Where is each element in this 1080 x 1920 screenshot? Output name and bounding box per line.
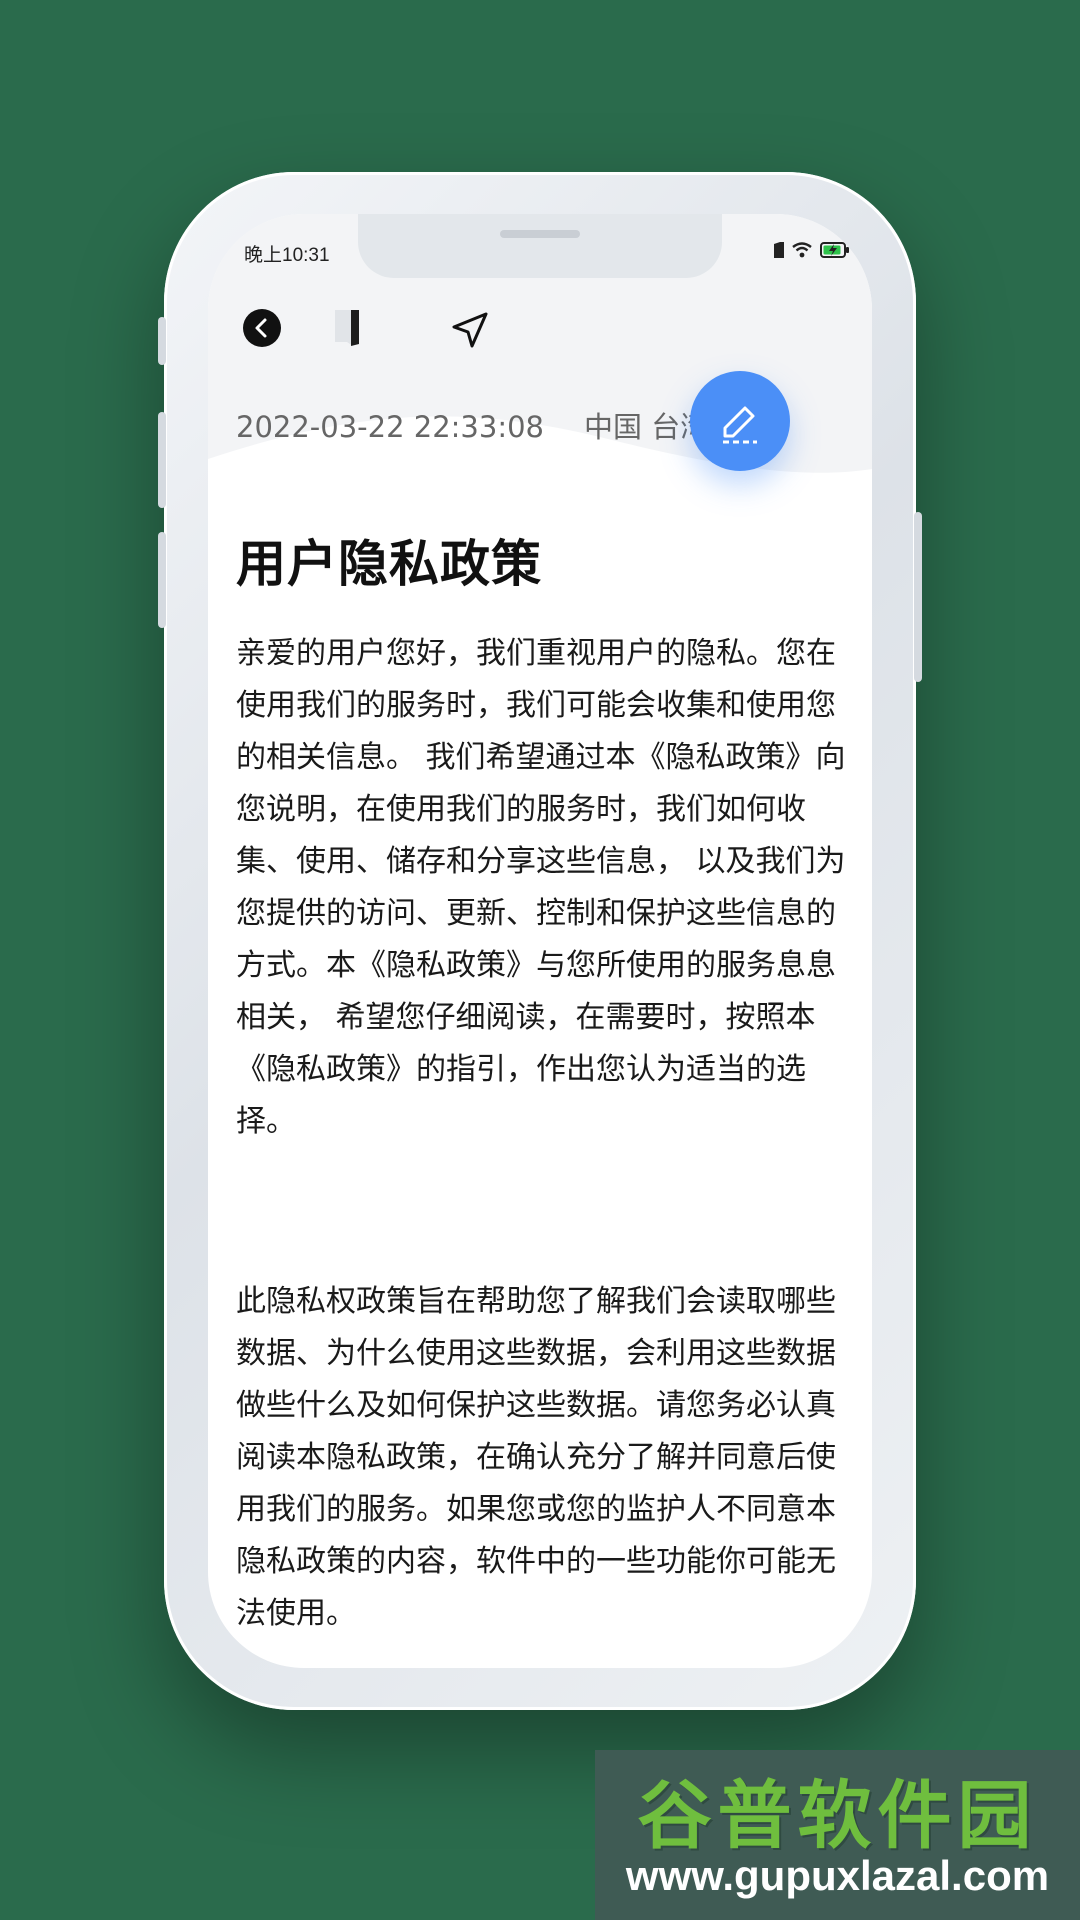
post-datetime: 2022-03-22 22:33:08 bbox=[236, 410, 544, 444]
watermark-url: www.gupuxlazal.com bbox=[625, 1852, 1050, 1899]
status-icons bbox=[774, 242, 850, 262]
phone-side-button bbox=[158, 532, 166, 628]
location-arrow-icon bbox=[452, 312, 488, 348]
notch bbox=[358, 214, 722, 278]
phone-side-button bbox=[914, 512, 922, 682]
speaker-grille bbox=[500, 230, 580, 238]
phone-screen: 晚上10:31 2022-03-22 22:33:08 中国 台湾 用户隐私政策… bbox=[208, 214, 872, 1668]
phone-mockup: 晚上10:31 2022-03-22 22:33:08 中国 台湾 用户隐私政策… bbox=[158, 172, 922, 1710]
back-icon bbox=[243, 309, 281, 347]
phone-side-button bbox=[158, 317, 166, 365]
location-button[interactable] bbox=[448, 308, 492, 352]
wifi-icon bbox=[792, 242, 812, 262]
back-button[interactable] bbox=[242, 308, 282, 348]
watermark: 谷普软件园 www.gupuxlazal.com bbox=[595, 1750, 1080, 1920]
paragraph-intro: 亲爱的用户您好，我们重视用户的隐私。您在使用我们的服务时，我们可能会收集和使用您… bbox=[236, 636, 846, 1139]
battery-charging-icon bbox=[820, 242, 850, 262]
edit-icon bbox=[723, 406, 757, 444]
status-time: 晚上10:31 bbox=[244, 245, 330, 266]
post-meta: 2022-03-22 22:33:08 中国 台湾 bbox=[236, 404, 709, 446]
sim-icon bbox=[774, 242, 784, 262]
watermark-name: 谷普软件园 bbox=[637, 1773, 1038, 1859]
bookmark-icon bbox=[335, 310, 359, 346]
edit-button[interactable] bbox=[690, 371, 790, 471]
paragraph-purpose: 此隐私权政策旨在帮助您了解我们会读取哪些数据、为什么使用这些数据，会利用这些数据… bbox=[236, 1284, 836, 1631]
phone-side-button bbox=[158, 412, 166, 508]
bookmark-button[interactable] bbox=[328, 306, 368, 350]
page-title: 用户隐私政策 bbox=[236, 535, 542, 593]
